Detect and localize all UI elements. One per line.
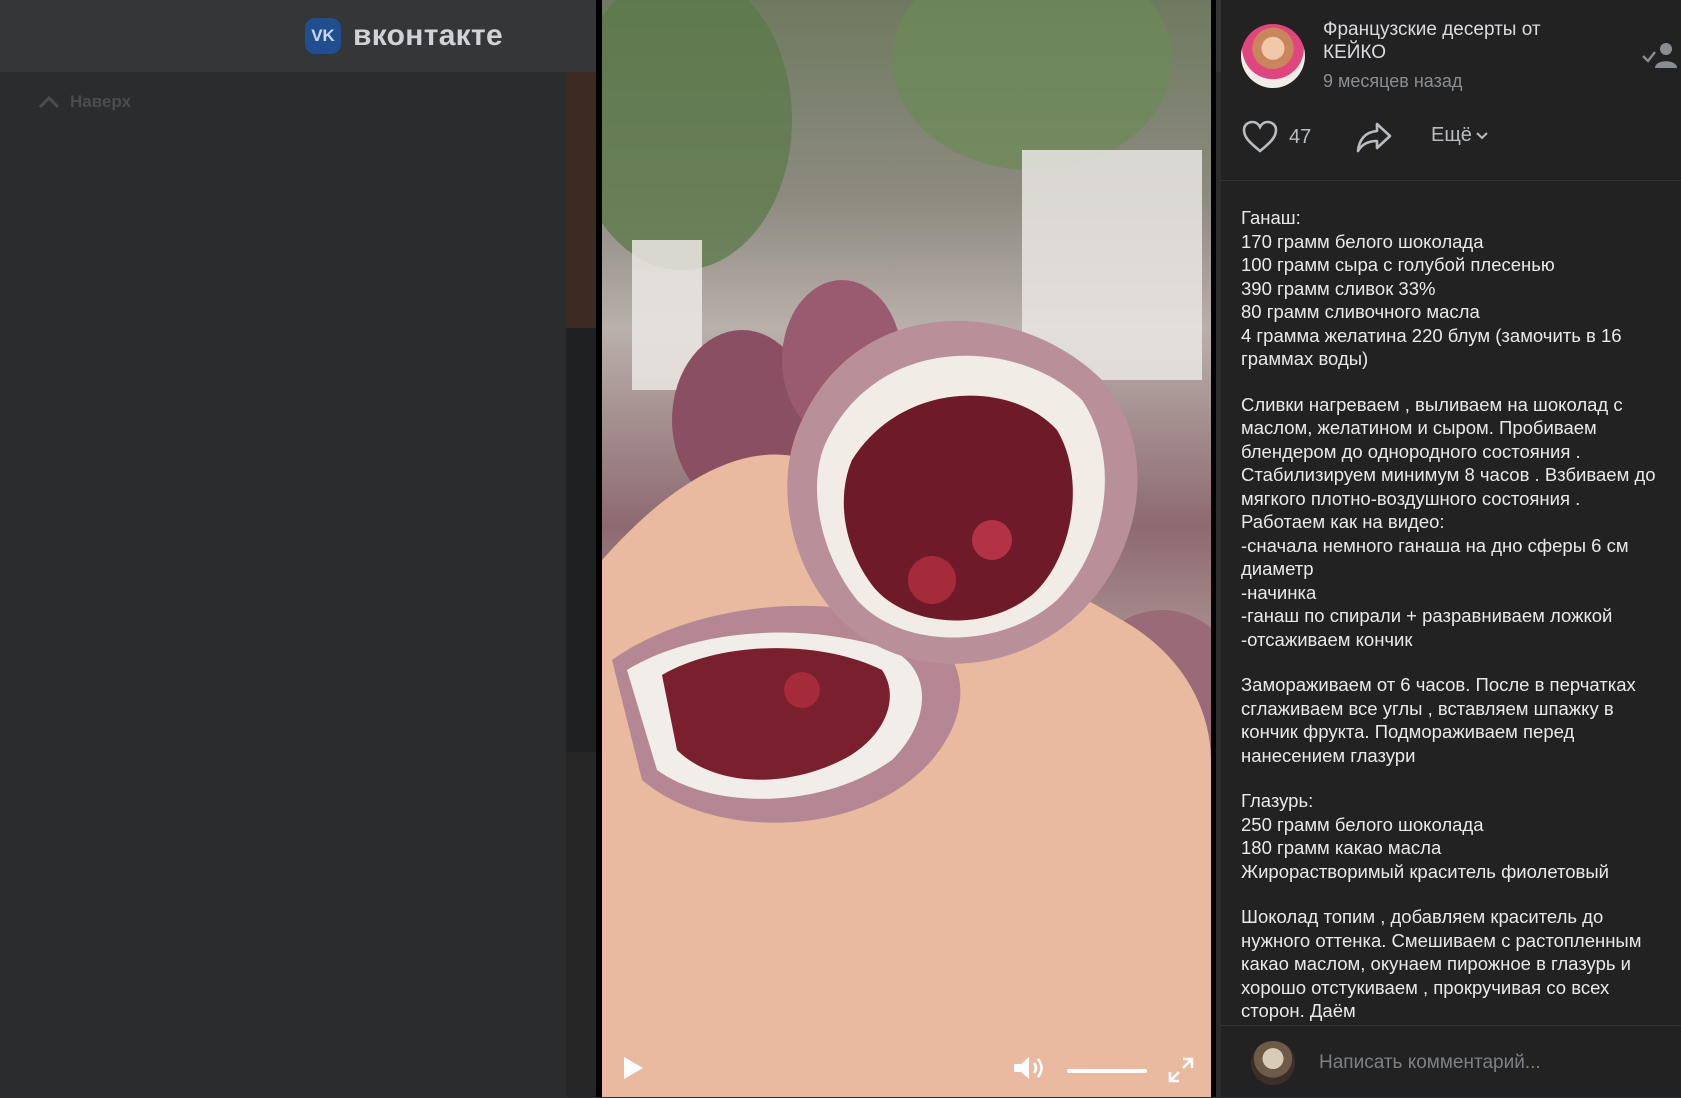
- volume-slider-fill: [1067, 1069, 1147, 1073]
- background-feed: [566, 72, 600, 1097]
- chevron-up-icon: [38, 95, 60, 109]
- likes-count: 47: [1289, 125, 1312, 148]
- comment-bar: [1221, 1025, 1681, 1098]
- vk-logo-text: вконтакте: [353, 19, 503, 52]
- description-paragraph: Ганаш: 170 грамм белого шоколада 100 гра…: [1241, 207, 1622, 369]
- description-paragraph: Сливки нагреваем , выливаем на шоколад с…: [1241, 393, 1656, 650]
- play-button[interactable]: [624, 1057, 643, 1079]
- post-time: 9 месяцев назад: [1323, 71, 1463, 91]
- video-description: Ганаш: 170 грамм белого шоколада 100 гра…: [1241, 206, 1671, 1024]
- feed-thumbnail: [566, 752, 600, 1097]
- description-paragraph: Глазурь: 250 грамм белого шоколада 180 г…: [1241, 790, 1610, 882]
- chevron-down-icon: [1476, 131, 1488, 139]
- fullscreen-icon[interactable]: [1167, 1056, 1195, 1084]
- vk-logo-icon: VK: [305, 18, 341, 54]
- video-frame[interactable]: [602, 0, 1211, 1097]
- share-icon[interactable]: [1355, 120, 1393, 154]
- current-user-avatar: [1251, 1041, 1295, 1085]
- feed-thumbnail: [566, 72, 600, 328]
- back-to-top-button[interactable]: Наверх: [38, 92, 131, 112]
- description-paragraph: Замораживаем от 6 часов. После в перчатк…: [1241, 674, 1636, 766]
- volume-slider[interactable]: [1067, 1069, 1147, 1073]
- description-paragraph: Шоколад топим , добавляем краситель до н…: [1241, 906, 1642, 1021]
- panel-header: Французские десерты от КЕЙКО 9 месяцев н…: [1221, 0, 1681, 181]
- volume-icon[interactable]: [1012, 1054, 1048, 1082]
- heart-icon: [1242, 120, 1278, 153]
- vk-logo[interactable]: VK вконтакте: [305, 18, 503, 54]
- back-to-top-label: Наверх: [70, 92, 132, 111]
- author-avatar[interactable]: [1241, 24, 1305, 88]
- subscribed-user-icon[interactable]: [1641, 40, 1677, 70]
- video-image: [602, 0, 1211, 1097]
- more-menu-button[interactable]: Ещё: [1431, 124, 1488, 147]
- like-button[interactable]: 47: [1241, 120, 1311, 154]
- video-player[interactable]: [596, 0, 1216, 1097]
- more-label: Ещё: [1431, 124, 1472, 146]
- comment-input[interactable]: [1317, 1042, 1661, 1084]
- author-name[interactable]: Французские десерты от КЕЙКО: [1323, 18, 1593, 64]
- video-info-panel: Французские десерты от КЕЙКО 9 месяцев н…: [1221, 0, 1681, 1097]
